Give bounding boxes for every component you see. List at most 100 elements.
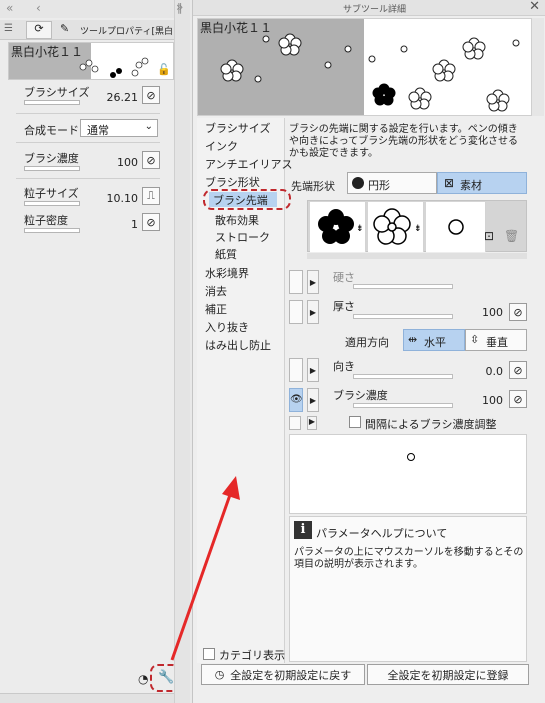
direction-label: 向き	[333, 360, 355, 373]
material-scrollbar[interactable]	[307, 253, 527, 259]
category-item[interactable]: ブラシ形状	[205, 174, 260, 190]
density-value[interactable]: 100	[473, 394, 503, 407]
expand-arrow-icon[interactable]: ▶	[307, 358, 319, 382]
visibility-toggle[interactable]: 👁	[289, 388, 303, 412]
tip-material-item[interactable]: ⇟	[368, 202, 424, 252]
category-item[interactable]: アンチエイリアス	[205, 156, 293, 172]
prop-value[interactable]: 1	[96, 218, 138, 231]
tip-material-item[interactable]	[426, 202, 486, 252]
blend-mode-value: 通常	[87, 124, 109, 137]
lock-icon[interactable]: 🔓	[157, 63, 171, 76]
panel-collapse-row: « ‹	[0, 0, 190, 18]
register-all-label: 全設定を初期設定に登録	[387, 668, 509, 682]
apply-direction-label: 適用方向	[345, 336, 389, 349]
pressure-toggle-icon[interactable]: ⊘	[509, 303, 527, 321]
brush-density-slider[interactable]	[24, 166, 80, 171]
category-item[interactable]: インク	[205, 138, 238, 154]
direction-option: 水平	[424, 336, 446, 349]
blend-mode-select[interactable]: 通常 ⌄	[80, 119, 158, 137]
collapse-left-icon[interactable]: «	[6, 1, 13, 15]
thickness-value[interactable]: 100	[473, 306, 503, 319]
thickness-slider[interactable]	[353, 314, 453, 319]
category-item[interactable]: 紙質	[215, 246, 237, 262]
particle-size-slider[interactable]	[24, 201, 80, 206]
pressure-toggle-icon[interactable]: ⊘	[509, 361, 527, 379]
row-toggle[interactable]	[289, 300, 303, 324]
menu-icon[interactable]: ☰	[4, 23, 13, 34]
register-all-button[interactable]: 全設定を初期設定に登録	[367, 664, 529, 685]
horizontal-icon: ⇹	[408, 333, 418, 346]
prop-brush-size: ブラシサイズ	[24, 84, 89, 100]
reset-all-button[interactable]: ◷ 全設定を初期設定に戻す	[201, 664, 365, 685]
size-effect-icon[interactable]: ⎍	[142, 187, 160, 205]
prop-value[interactable]: 26.21	[96, 91, 139, 104]
expand-arrow-icon[interactable]: ▶	[307, 300, 319, 324]
pressure-toggle-icon[interactable]: ⊘	[142, 151, 160, 169]
tip-material-item[interactable]: ⇟	[310, 202, 366, 252]
category-display-checkbox[interactable]	[203, 648, 215, 660]
trash-icon[interactable]: 🗑	[504, 229, 519, 243]
brush-tab-icon: ✎	[60, 22, 70, 35]
density-slider[interactable]	[353, 403, 453, 408]
pressure-toggle-icon[interactable]: ⊘	[509, 390, 527, 408]
direction-value[interactable]: 0.0	[473, 365, 504, 378]
section-description: ブラシの先端に関する設定を行います。ペンの傾きや向きによってブラシ先端の形状をど…	[289, 124, 518, 159]
refresh-icon[interactable]: ⟳	[26, 21, 52, 39]
expand-arrow-icon[interactable]: ▶	[307, 416, 317, 430]
direction-horizontal-button[interactable]: ⇹ 水平	[403, 329, 465, 351]
help-text: パラメータの上にマウスカーソルを移動するとその項目の説明が表示されます。	[294, 547, 524, 570]
tip-shape-circle-button[interactable]: 円形	[347, 172, 437, 194]
window-title: サブツール詳細	[343, 5, 407, 15]
close-icon[interactable]: ✕	[529, 0, 540, 14]
expand-arrow-icon[interactable]: ▶	[307, 388, 319, 412]
pressure-toggle-icon[interactable]: ⊘	[142, 86, 160, 104]
expand-arrow-icon[interactable]: ▶	[307, 270, 319, 294]
row-toggle[interactable]	[289, 270, 303, 294]
prop-label: ブラシ濃度	[24, 152, 79, 165]
category-item[interactable]: はみ出し防止	[205, 337, 271, 353]
tip-material-list: ⇟ ⇟ ⊡ 🗑	[307, 200, 527, 252]
preview-scrollbar[interactable]	[532, 18, 544, 116]
panel-splitter[interactable]: ‖	[174, 0, 190, 703]
prop-value[interactable]: 100	[96, 156, 138, 169]
category-item[interactable]: 補正	[205, 301, 227, 317]
category-item[interactable]: ストローク	[215, 229, 270, 245]
flower-stroke-preview	[220, 33, 520, 112]
category-item[interactable]: 水彩境界	[205, 265, 249, 281]
chevron-left-icon[interactable]: ‹	[36, 1, 41, 15]
direction-vertical-button[interactable]: ⇳ 垂直	[465, 329, 527, 351]
hardness-slider[interactable]	[353, 284, 453, 289]
direction-slider[interactable]	[353, 374, 453, 379]
density-label: ブラシ濃度	[333, 389, 388, 402]
tip-preview	[289, 434, 527, 514]
row-toggle[interactable]	[289, 416, 301, 430]
wrench-icon[interactable]: 🔧	[158, 670, 174, 685]
tip-shape-option: 素材	[460, 179, 482, 192]
help-title: パラメータヘルプについて	[316, 527, 448, 540]
sub-tool-detail-window: サブツール詳細 ✕ 黒白小花１１ ブラシサイズ インク アンチエイリアス ブラシ…	[192, 0, 545, 703]
pressure-toggle-icon[interactable]: ⊘	[142, 213, 160, 231]
category-item[interactable]: 入り抜き	[205, 319, 249, 335]
category-item[interactable]: 散布効果	[215, 212, 259, 228]
circle-icon	[352, 177, 364, 189]
expand-right-icon[interactable]: »	[176, 0, 183, 14]
tip-dot	[407, 453, 415, 461]
circle-tip-icon	[448, 219, 464, 235]
brush-size-slider[interactable]	[24, 100, 80, 105]
stroke-preview: 黒白小花１１	[197, 18, 532, 116]
brush-preview: 黒白小花１１ 🔓	[8, 42, 174, 80]
particle-density-slider[interactable]	[24, 228, 80, 233]
category-list: ブラシサイズ インク アンチエイリアス ブラシ形状 ブラシ先端 散布効果 ストロ…	[197, 118, 293, 663]
tip-shape-material-button[interactable]: ⊠ 素材	[437, 172, 527, 194]
dial-icon[interactable]: ◔	[138, 672, 148, 686]
prop-value[interactable]: 10.10	[96, 192, 139, 205]
add-material-icon[interactable]: ⊡	[484, 229, 494, 243]
tool-property-tab[interactable]: ツールプロパティ[黒白	[80, 24, 173, 37]
divider	[16, 113, 160, 114]
category-item[interactable]: ブラシサイズ	[205, 120, 270, 136]
category-item-selected[interactable]: ブラシ先端	[213, 192, 268, 208]
category-item[interactable]: 消去	[205, 283, 227, 299]
chevron-down-icon: ⌄	[144, 121, 153, 132]
row-toggle[interactable]	[289, 358, 303, 382]
interval-density-checkbox[interactable]	[349, 416, 361, 428]
